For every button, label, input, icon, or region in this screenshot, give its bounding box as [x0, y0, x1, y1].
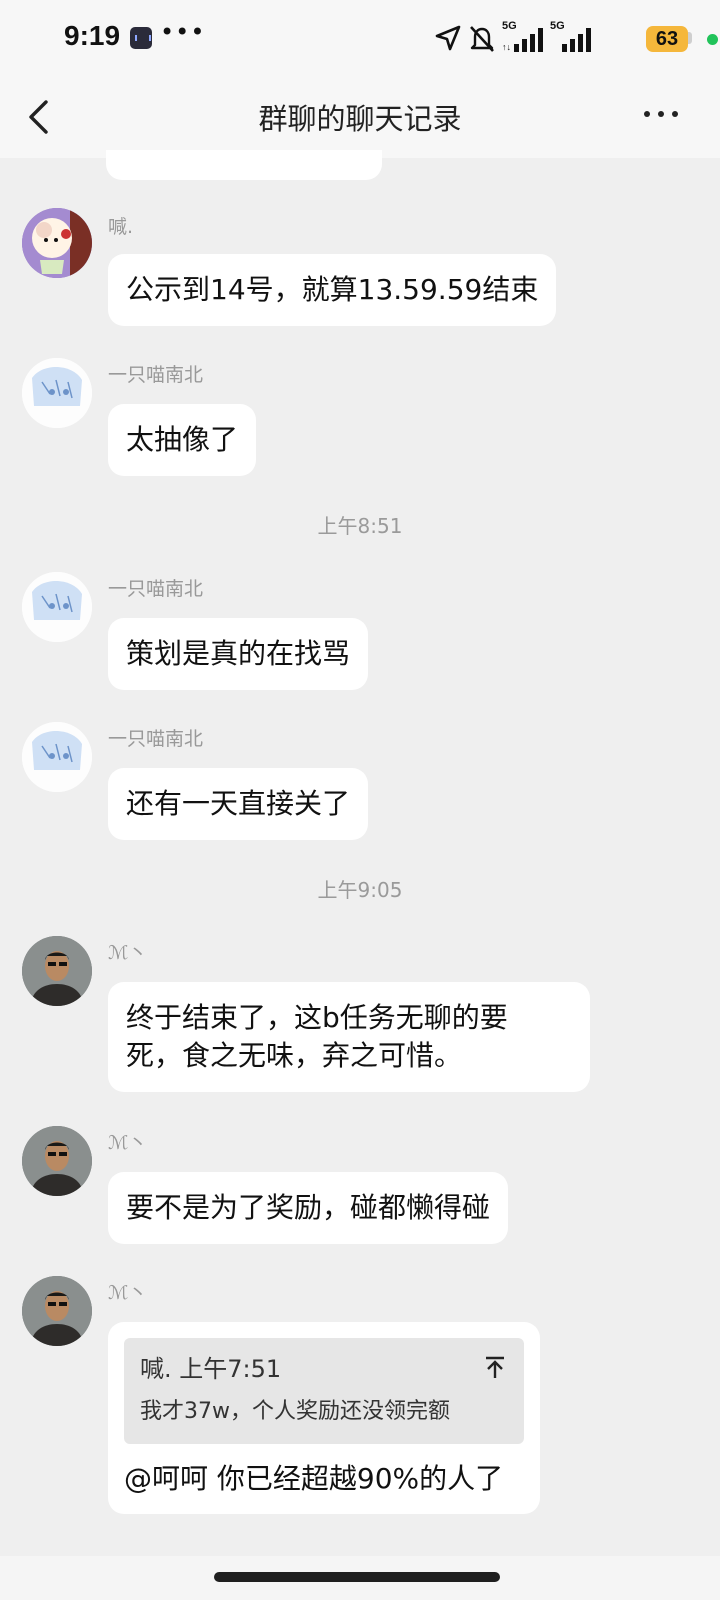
battery-indicator: 63 — [646, 26, 688, 52]
time-separator: 上午9:05 — [317, 878, 403, 902]
signal-icon-1: ↑↓ — [502, 28, 543, 52]
message-bubble[interactable]: 终于结束了，这b任务无聊的要 死，食之无味，弃之可惜。 — [108, 982, 590, 1092]
message-bubble[interactable]: 太抽像了 — [108, 404, 257, 476]
message-bubble[interactable]: 喊. 上午7:51 我才37w，个人奖励还没领完额 @呵呵 你已经超越90%的人… — [108, 1322, 540, 1514]
sender-name: 一只喵南北 — [108, 578, 204, 600]
sender-name: ℳ丶 — [108, 1132, 148, 1154]
more-options-button[interactable] — [644, 108, 680, 122]
anime-girl-avatar-icon — [22, 358, 92, 428]
message-bubble[interactable]: 要不是为了奖励，碰都懒得碰 — [108, 1172, 509, 1244]
status-time: 9:19 — [64, 20, 121, 51]
quoted-message[interactable]: 喊. 上午7:51 我才37w，个人奖励还没领完额 — [124, 1338, 524, 1444]
sender-name: 一只喵南北 — [108, 728, 204, 750]
cartoon-sheep-avatar-icon — [22, 208, 92, 278]
sender-avatar[interactable] — [22, 1126, 92, 1196]
partial-message-bubble — [106, 150, 382, 180]
anime-girl-avatar-icon — [22, 722, 92, 792]
man-photo-avatar-icon — [22, 1126, 92, 1196]
sender-name: 喊. — [108, 216, 134, 238]
bell-muted-icon — [470, 26, 494, 52]
message-bubble[interactable]: 公示到14号，就算13.59.59结束 — [108, 254, 557, 326]
page-title: 群聊的聊天记录 — [258, 102, 462, 136]
sender-avatar[interactable] — [22, 358, 92, 428]
jump-to-original-icon[interactable] — [484, 1356, 506, 1380]
sender-avatar[interactable] — [22, 208, 92, 278]
signal-icon-2 — [562, 28, 591, 52]
privacy-indicator-dot — [707, 34, 718, 45]
sender-avatar[interactable] — [22, 722, 92, 792]
quote-header: 喊. 上午7:51 — [140, 1355, 282, 1383]
svg-text:↑↓: ↑↓ — [502, 42, 511, 52]
sender-avatar[interactable] — [22, 936, 92, 1006]
more-notifications-icon: ••• — [160, 18, 206, 46]
sender-name: 一只喵南北 — [108, 364, 204, 386]
sender-name: ℳ丶 — [108, 1282, 148, 1304]
man-photo-avatar-icon — [22, 1276, 92, 1346]
location-arrow-icon — [435, 25, 461, 51]
nav-bar: 群聊的聊天记录 — [0, 78, 720, 158]
status-bar: 9:19 ••• 5G ↑↓ 5G 63 — [0, 0, 720, 78]
home-indicator[interactable] — [214, 1572, 500, 1582]
sender-avatar[interactable] — [22, 572, 92, 642]
time-separator: 上午8:51 — [317, 514, 403, 538]
message-text-line: 死，食之无味，弃之可惜。 — [126, 1039, 463, 1072]
man-photo-avatar-icon — [22, 936, 92, 1006]
message-text-line: 终于结束了，这b任务无聊的要 — [126, 1001, 508, 1034]
message-text: @呵呵 你已经超越90%的人了 — [124, 1462, 504, 1495]
quote-text: 我才37w，个人奖励还没领完额 — [140, 1399, 450, 1424]
sender-name: ℳ丶 — [108, 942, 148, 964]
message-bubble[interactable]: 策划是真的在找骂 — [108, 618, 369, 690]
anime-girl-avatar-icon — [22, 572, 92, 642]
message-bubble[interactable]: 还有一天直接关了 — [108, 768, 369, 840]
voice-app-icon — [130, 27, 152, 49]
sender-avatar[interactable] — [22, 1276, 92, 1346]
status-icons: 5G ↑↓ 5G 63 — [420, 20, 720, 56]
battery-tip — [688, 32, 692, 44]
